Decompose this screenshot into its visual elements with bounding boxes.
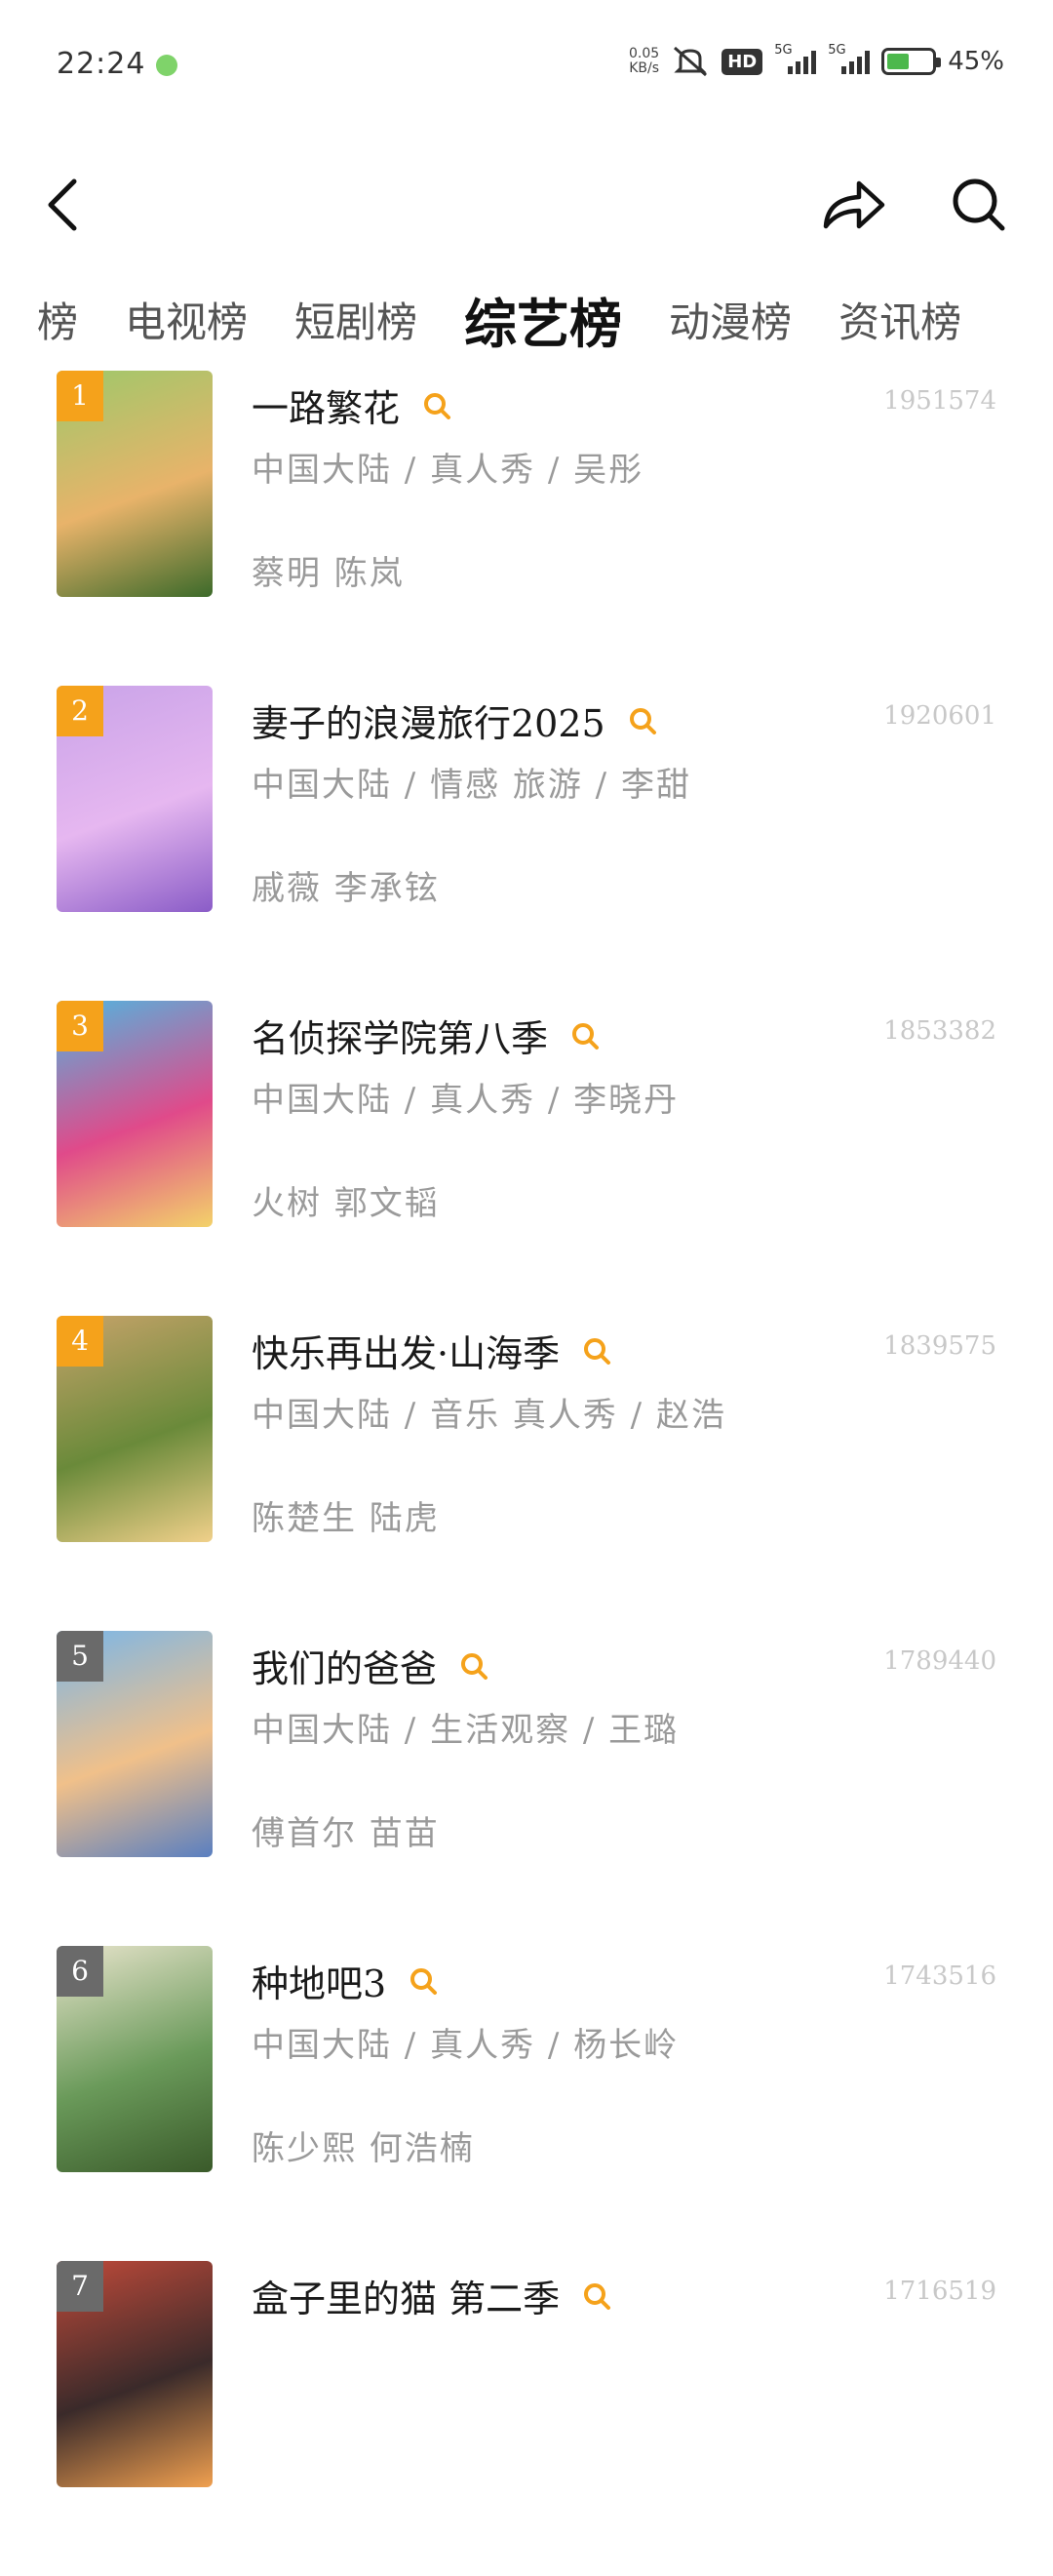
rank-badge: 5 — [57, 1631, 103, 1682]
top-toolbar — [0, 137, 1053, 273]
show-meta: 中国大陆 / 情感 旅游 / 李甜 — [252, 766, 691, 805]
show-cast: 陈少熙 何浩楠 — [252, 2129, 475, 2168]
chevron-left-icon — [48, 178, 77, 231]
rank-badge: 7 — [57, 2261, 103, 2312]
show-title[interactable]: 盒子里的猫 第二季 — [252, 2269, 560, 2322]
list-item[interactable]: 6 种地吧3 1743516 中国大陆 / 真人秀 / 杨长岭 陈少熙 何浩楠 — [0, 1946, 1053, 2261]
show-cast: 戚薇 李承铉 — [252, 869, 440, 908]
search-icon[interactable] — [581, 1335, 612, 1367]
rank-badge: 2 — [57, 686, 103, 736]
signal-icon-2: 5G — [828, 43, 871, 74]
rank-badge: 4 — [57, 1316, 103, 1367]
heat-score: 1743516 — [883, 1962, 996, 1991]
tab-variety[interactable]: 综艺榜 — [464, 281, 622, 358]
poster-image[interactable]: 7 — [57, 2261, 213, 2487]
show-title[interactable]: 一路繁花 — [252, 378, 400, 432]
search-icon[interactable] — [421, 390, 452, 421]
search-icon[interactable] — [569, 1020, 601, 1051]
notification-icon — [156, 55, 177, 76]
poster-image[interactable]: 1 — [57, 371, 213, 597]
back-button[interactable] — [23, 166, 101, 244]
show-meta: 中国大陆 / 真人秀 / 杨长岭 — [252, 2026, 680, 2065]
show-cast: 傅首尔 苗苗 — [252, 1814, 440, 1853]
poster-image[interactable]: 2 — [57, 686, 213, 912]
tab-short-drama[interactable]: 短剧榜 — [294, 290, 417, 349]
network-speed: 0.05 KB/s — [629, 46, 660, 76]
list-item[interactable]: 4 快乐再出发·山海季 1839575 中国大陆 / 音乐 真人秀 / 赵浩 陈… — [0, 1316, 1053, 1631]
list-item[interactable]: 1 一路繁花 1951574 中国大陆 / 真人秀 / 吴彤 蔡明 陈岚 — [0, 371, 1053, 686]
show-title[interactable]: 种地吧3 — [252, 1954, 386, 2007]
poster-image[interactable]: 3 — [57, 1001, 213, 1227]
mute-icon — [674, 46, 708, 77]
share-icon — [823, 180, 885, 229]
heat-score: 1951574 — [883, 386, 996, 416]
rank-badge: 1 — [57, 371, 103, 421]
poster-image[interactable]: 4 — [57, 1316, 213, 1542]
search-button[interactable] — [940, 166, 1018, 244]
signal-icon: 5G — [774, 43, 817, 74]
show-title[interactable]: 妻子的浪漫旅行2025 — [252, 694, 605, 747]
show-cast: 火树 郭文韬 — [252, 1184, 440, 1223]
rank-badge: 3 — [57, 1001, 103, 1051]
search-icon[interactable] — [408, 1965, 439, 1997]
show-title[interactable]: 快乐再出发·山海季 — [252, 1324, 560, 1377]
battery-percent: 45% — [948, 47, 1004, 76]
heat-score: 1853382 — [883, 1016, 996, 1046]
status-bar: 22:24 0.05 KB/s HD 5G 5G 45% — [0, 0, 1053, 137]
show-meta: 中国大陆 / 真人秀 / 李晓丹 — [252, 1081, 680, 1120]
list-item[interactable]: 7 盒子里的猫 第二季 1716519 — [0, 2261, 1053, 2576]
list-item[interactable]: 3 名侦探学院第八季 1853382 中国大陆 / 真人秀 / 李晓丹 火树 郭… — [0, 1001, 1053, 1316]
share-button[interactable] — [815, 166, 893, 244]
heat-score: 1789440 — [883, 1646, 996, 1676]
search-icon — [953, 178, 1005, 231]
search-icon[interactable] — [581, 2280, 612, 2312]
ranking-list: 1 一路繁花 1951574 中国大陆 / 真人秀 / 吴彤 蔡明 陈岚 2 妻… — [0, 371, 1053, 2576]
heat-score: 1839575 — [883, 1331, 996, 1361]
status-time: 22:24 — [57, 47, 146, 81]
heat-score: 1716519 — [883, 2277, 996, 2306]
status-icons: 0.05 KB/s HD 5G 5G 45% — [629, 43, 1004, 78]
poster-image[interactable]: 6 — [57, 1946, 213, 2172]
poster-image[interactable]: 5 — [57, 1631, 213, 1857]
battery-icon — [881, 48, 942, 75]
show-cast: 陈楚生 陆虎 — [252, 1499, 440, 1538]
tab-partial[interactable]: 榜 — [37, 290, 78, 349]
tab-anime[interactable]: 动漫榜 — [669, 290, 792, 349]
rank-badge: 6 — [57, 1946, 103, 1997]
show-meta: 中国大陆 / 真人秀 / 吴彤 — [252, 451, 644, 490]
show-meta: 中国大陆 / 生活观察 / 王璐 — [252, 1711, 680, 1750]
heat-score: 1920601 — [883, 701, 996, 731]
search-icon[interactable] — [458, 1650, 489, 1682]
tab-news[interactable]: 资讯榜 — [838, 290, 961, 349]
show-title[interactable]: 我们的爸爸 — [252, 1639, 437, 1692]
search-icon[interactable] — [627, 705, 658, 736]
list-item[interactable]: 2 妻子的浪漫旅行2025 1920601 中国大陆 / 情感 旅游 / 李甜 … — [0, 686, 1053, 1001]
tab-tv[interactable]: 电视榜 — [125, 290, 248, 349]
show-cast: 蔡明 陈岚 — [252, 554, 405, 593]
hd-badge: HD — [722, 48, 763, 75]
show-title[interactable]: 名侦探学院第八季 — [252, 1009, 548, 1062]
category-tabs: 榜 电视榜 短剧榜 综艺榜 动漫榜 资讯榜 — [0, 275, 1053, 363]
show-meta: 中国大陆 / 音乐 真人秀 / 赵浩 — [252, 1396, 726, 1435]
list-item[interactable]: 5 我们的爸爸 1789440 中国大陆 / 生活观察 / 王璐 傅首尔 苗苗 — [0, 1631, 1053, 1946]
